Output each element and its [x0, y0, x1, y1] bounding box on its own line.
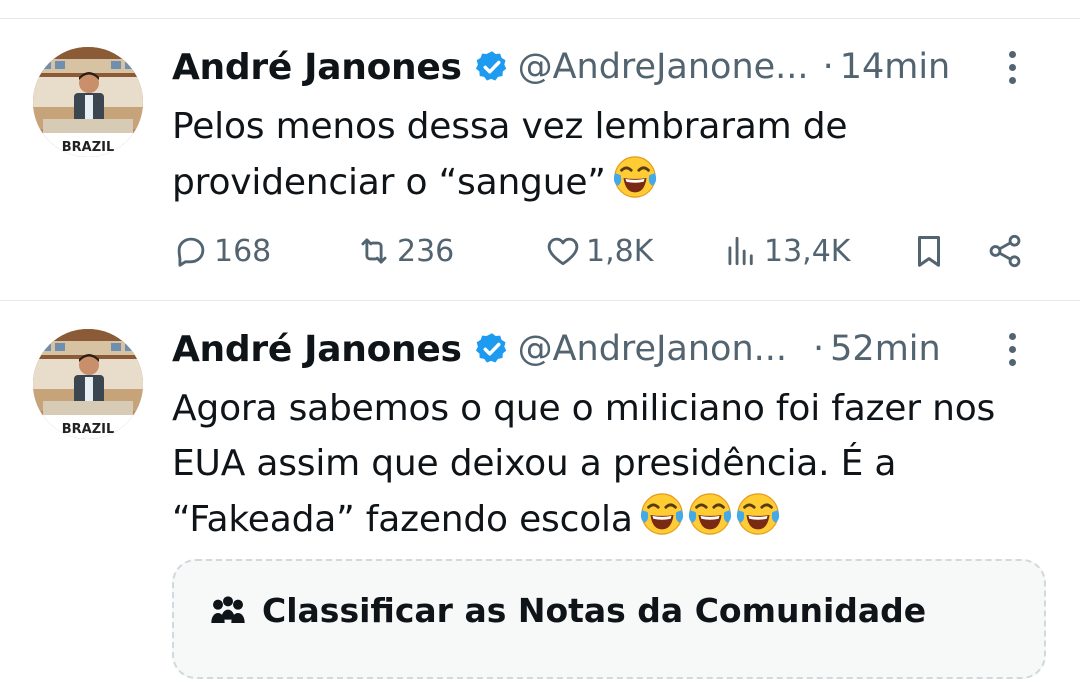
community-notes-prompt[interactable]: Classificar as Notas da Comunidade: [172, 559, 1046, 679]
tweet-text: Pelos menos dessa vez lembraram de provi…: [172, 99, 1042, 210]
tweet[interactable]: BRAZIL André Janones @AndreJanon... · 52…: [0, 301, 1080, 679]
bookmark-button[interactable]: [910, 227, 952, 275]
tweet-text-line: “Fakeada” fazendo escola: [172, 499, 633, 540]
tweet-text-line: Pelos menos dessa vez lembraram de: [172, 106, 848, 147]
repost-count: 236: [397, 233, 455, 269]
community-notes-icon: [211, 596, 245, 623]
verified-badge-icon[interactable]: [474, 331, 510, 367]
like-icon: [547, 237, 579, 266]
author-handle[interactable]: @AndreJanone...: [518, 47, 809, 87]
avatar-caption: BRAZIL: [62, 422, 115, 437]
community-notes-label: Classificar as Notas da Comunidade: [262, 591, 927, 630]
tweet-text-line: Agora sabemos o que o miliciano foi faze…: [172, 388, 996, 429]
avatar-caption: BRAZIL: [62, 140, 115, 155]
tweet-header: André Janones @AndreJanone... · 14min: [172, 45, 1032, 89]
reply-button[interactable]: 168: [172, 227, 271, 275]
tweet-actions: 168 236 1,8K 13,4K: [172, 227, 1032, 275]
views-button[interactable]: 13,4K: [722, 227, 850, 275]
more-options-icon[interactable]: [992, 327, 1032, 371]
tweet-header: André Janones @AndreJanon... · 52min: [172, 327, 1032, 371]
share-icon: [989, 234, 1021, 268]
like-count: 1,8K: [586, 233, 654, 269]
reply-count: 168: [214, 233, 272, 269]
repost-icon: [361, 238, 387, 264]
repost-button[interactable]: 236: [355, 227, 454, 275]
reply-icon: [177, 237, 205, 267]
laughing-emoji-icon: [612, 154, 658, 200]
laughing-emoji-icon: [639, 491, 685, 537]
views-count: 13,4K: [764, 233, 851, 269]
more-options-icon[interactable]: [992, 45, 1032, 89]
bookmark-icon: [917, 236, 941, 267]
verified-badge-icon[interactable]: [474, 49, 510, 85]
author-handle[interactable]: @AndreJanon...: [518, 329, 787, 369]
separator-dot: ·: [813, 329, 825, 369]
separator-dot: ·: [822, 47, 834, 87]
timestamp[interactable]: 14min: [840, 47, 951, 87]
tweet[interactable]: BRAZIL André Janones @AndreJanone... · 1…: [0, 19, 1080, 300]
laughing-emoji-icon: [735, 491, 781, 537]
tweet-text: Agora sabemos o que o miliciano foi faze…: [172, 381, 1042, 547]
like-button[interactable]: 1,8K: [544, 227, 653, 275]
share-button[interactable]: [986, 227, 1028, 275]
laughing-emoji-icon: [687, 491, 733, 537]
views-icon: [728, 236, 753, 266]
avatar[interactable]: BRAZIL: [33, 329, 143, 439]
timestamp[interactable]: 52min: [830, 329, 941, 369]
author-name[interactable]: André Janones: [172, 329, 462, 370]
avatar[interactable]: BRAZIL: [33, 47, 143, 157]
tweet-text-line: EUA assim que deixou a presidência. É a: [172, 443, 897, 484]
tweet-text-line: providenciar o “sangue”: [172, 162, 606, 203]
author-name[interactable]: André Janones: [172, 47, 462, 88]
